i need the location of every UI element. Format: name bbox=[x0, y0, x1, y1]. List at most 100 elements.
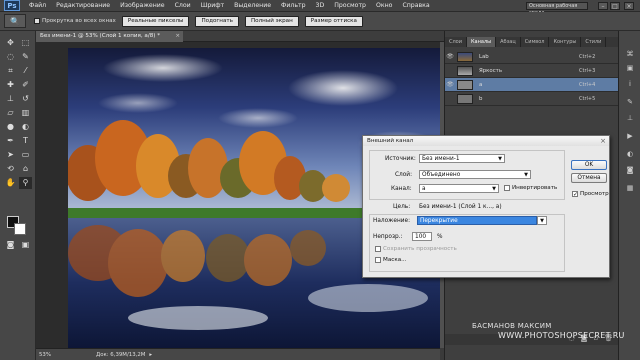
channel-shortcut: Ctrl+5 bbox=[579, 95, 596, 102]
menu-item[interactable]: Файл bbox=[24, 2, 51, 9]
tab-close-icon[interactable]: × bbox=[175, 31, 180, 42]
zoom-icon[interactable]: 🔍 bbox=[4, 14, 26, 28]
brush-preset-icon[interactable]: ✎ bbox=[624, 97, 636, 107]
channel-row[interactable]: b Ctrl+5 bbox=[445, 92, 619, 106]
channel-row-selected[interactable]: 👁 a Ctrl+4 bbox=[445, 78, 619, 92]
healing-tool-icon[interactable]: ✚ bbox=[4, 79, 17, 91]
eye-icon[interactable]: 👁 bbox=[445, 81, 455, 88]
eyedropper-tool-icon[interactable]: ⁄ bbox=[19, 65, 32, 77]
marquee-tool-icon[interactable]: ⬚ bbox=[19, 37, 32, 49]
crop-tool-icon[interactable]: ⌗ bbox=[4, 65, 17, 77]
quick-mask-icon[interactable]: ◙ bbox=[4, 239, 17, 251]
type-tool-icon[interactable]: T bbox=[19, 135, 32, 147]
shape-tool-icon[interactable]: ▭ bbox=[19, 149, 32, 161]
tab-character[interactable]: Символ bbox=[521, 37, 550, 47]
adjustments-icon[interactable]: ◐ bbox=[624, 149, 636, 159]
tab-paragraph[interactable]: Абзац bbox=[496, 37, 521, 47]
eraser-tool-icon[interactable]: ▱ bbox=[4, 107, 17, 119]
channel-name: b bbox=[479, 95, 483, 102]
preserve-transparency-label: Сохранить прозрачность bbox=[383, 246, 457, 252]
menu-item[interactable]: Слои bbox=[170, 2, 196, 9]
channel-shortcut: Ctrl+3 bbox=[579, 67, 596, 74]
checkbox-box[interactable] bbox=[34, 18, 40, 24]
history-brush-tool-icon[interactable]: ↺ bbox=[19, 93, 32, 105]
workspace-select[interactable]: Основная рабочая среда bbox=[526, 2, 588, 16]
blur-tool-icon[interactable]: ● bbox=[4, 121, 17, 133]
3d-camera-tool-icon[interactable]: ⌂ bbox=[19, 163, 32, 175]
menu-item[interactable]: Просмотр bbox=[329, 2, 371, 9]
channel-name: a bbox=[479, 81, 483, 88]
dodge-tool-icon[interactable]: ◐ bbox=[19, 121, 32, 133]
preview-label: Просмотр bbox=[580, 191, 609, 197]
info-icon[interactable]: i bbox=[624, 79, 636, 89]
document-tab[interactable]: Без имени-1 @ 53% (Слой 1 копия, a/8) * … bbox=[36, 31, 183, 42]
zoom-tool-icon[interactable]: ⚲ bbox=[19, 177, 32, 189]
source-select[interactable]: Без имени-1 ▼ bbox=[419, 154, 505, 163]
background-color-swatch[interactable] bbox=[14, 223, 26, 235]
gradient-tool-icon[interactable]: ▥ bbox=[19, 107, 32, 119]
blending-select[interactable]: Перекрытие bbox=[417, 216, 537, 225]
eye-icon[interactable]: 👁 bbox=[445, 53, 455, 60]
fill-screen-button[interactable]: Полный экран bbox=[244, 15, 299, 27]
menu-item[interactable]: Фильтр bbox=[276, 2, 310, 9]
tab-styles[interactable]: Стили bbox=[581, 37, 607, 47]
pen-tool-icon[interactable]: ✒ bbox=[4, 135, 17, 147]
checkbox-box[interactable] bbox=[375, 257, 381, 263]
navigator-icon[interactable]: ▣ bbox=[624, 63, 636, 73]
swatches-icon[interactable]: ▦ bbox=[624, 183, 636, 193]
actual-pixels-button[interactable]: Реальные пикселы bbox=[121, 15, 190, 27]
screen-mode-icon[interactable]: ▣ bbox=[19, 239, 32, 251]
blending-dropdown-button[interactable]: ▼ bbox=[537, 216, 547, 225]
masks-icon[interactable]: ◙ bbox=[624, 165, 636, 175]
zoom-level[interactable]: 53% bbox=[36, 352, 56, 358]
checkbox-box[interactable] bbox=[375, 246, 381, 252]
hand-tool-icon[interactable]: ✋ bbox=[4, 177, 17, 189]
menu-item[interactable]: Редактирование bbox=[51, 2, 115, 9]
clone-stamp-tool-icon[interactable]: ⊥ bbox=[4, 93, 17, 105]
maximize-icon[interactable]: □ bbox=[610, 2, 620, 10]
clone-source-icon[interactable]: ⊥ bbox=[624, 113, 636, 123]
channel-select[interactable]: a ▼ bbox=[419, 184, 499, 193]
menu-items: Файл Редактирование Изображение Слои Шрифт Вы… bbox=[24, 2, 435, 9]
opacity-input[interactable]: 100 bbox=[412, 232, 432, 241]
invert-checkbox[interactable]: Инвертировать bbox=[504, 185, 557, 191]
preview-checkbox[interactable]: ✓ Просмотр bbox=[572, 191, 609, 198]
tab-layers[interactable]: Слои bbox=[445, 37, 467, 47]
channel-row[interactable]: Яркость Ctrl+3 bbox=[445, 64, 619, 78]
mask-checkbox[interactable]: Маска... bbox=[375, 257, 406, 263]
preserve-transparency-checkbox[interactable]: Сохранить прозрачность bbox=[375, 246, 457, 252]
channel-label: Канал: bbox=[391, 186, 412, 192]
cancel-button[interactable]: Отмена bbox=[571, 173, 607, 183]
scroll-all-checkbox[interactable]: Прокрутка во всех окнах bbox=[34, 18, 116, 24]
path-select-tool-icon[interactable]: ➤ bbox=[4, 149, 17, 161]
menu-item[interactable]: Справка bbox=[397, 2, 434, 9]
lasso-tool-icon[interactable]: ◌ bbox=[4, 51, 17, 63]
quick-select-tool-icon[interactable]: ✎ bbox=[19, 51, 32, 63]
menu-item[interactable]: Выделение bbox=[229, 2, 276, 9]
close-icon[interactable]: × bbox=[624, 2, 634, 10]
tab-paths[interactable]: Контуры bbox=[549, 37, 582, 47]
menu-item[interactable]: 3D bbox=[311, 2, 330, 9]
fit-screen-button[interactable]: Подогнать bbox=[195, 15, 239, 27]
menu-item[interactable]: Шрифт bbox=[196, 2, 229, 9]
ok-button[interactable]: OK bbox=[571, 160, 607, 170]
brush-tool-icon[interactable]: ✐ bbox=[19, 79, 32, 91]
channel-row[interactable]: 👁 Lab Ctrl+2 bbox=[445, 50, 619, 64]
dialog-close-icon[interactable]: × bbox=[600, 136, 606, 146]
move-tool-icon[interactable]: ✥ bbox=[4, 37, 17, 49]
document-tab-title: Без имени-1 @ 53% (Слой 1 копия, a/8) * bbox=[40, 33, 161, 39]
checkbox-box[interactable] bbox=[504, 185, 510, 191]
menu-item[interactable]: Изображение bbox=[115, 2, 170, 9]
history-icon[interactable]: ⌘ bbox=[624, 49, 636, 59]
minimize-icon[interactable]: – bbox=[598, 2, 608, 10]
tab-channels[interactable]: Каналы bbox=[467, 37, 497, 47]
layer-select[interactable]: Объединено ▼ bbox=[419, 170, 531, 179]
watermark-site: WWW.PHOTOSHOPSECRET.RU bbox=[498, 331, 625, 340]
print-size-button[interactable]: Размер оттиска bbox=[304, 15, 363, 27]
status-arrow-icon[interactable]: ▸ bbox=[149, 352, 152, 358]
menu-item[interactable]: Окно bbox=[371, 2, 397, 9]
3d-rotate-tool-icon[interactable]: ⟲ bbox=[4, 163, 17, 175]
actions-icon[interactable]: ▶ bbox=[624, 131, 636, 141]
dialog-titlebar[interactable]: Внешний канал × bbox=[363, 136, 609, 146]
checkbox-box[interactable]: ✓ bbox=[572, 191, 578, 198]
